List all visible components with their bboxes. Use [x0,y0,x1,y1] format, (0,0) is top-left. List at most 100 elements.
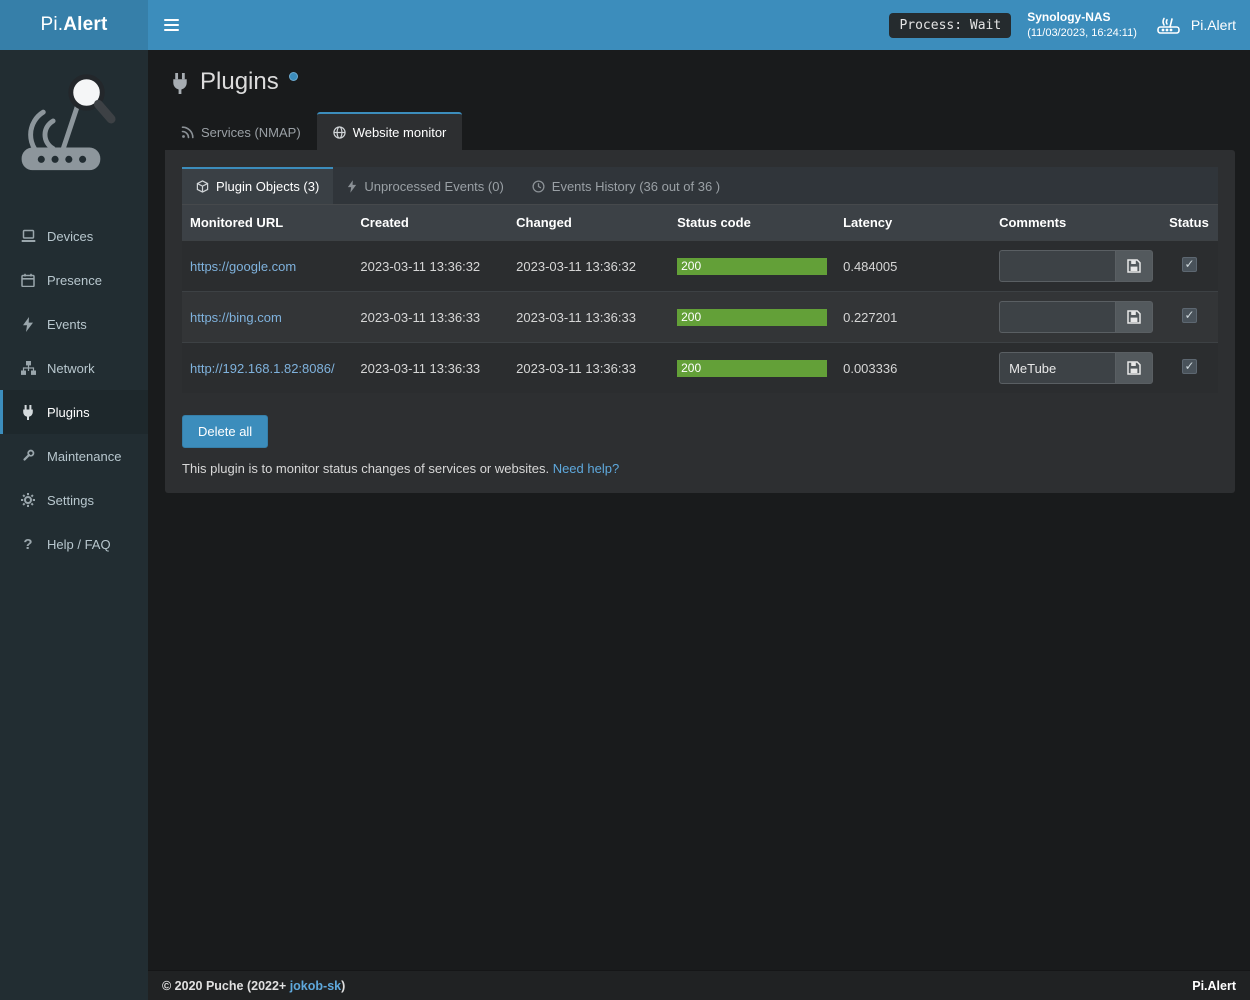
sidebar-toggle-button[interactable] [148,0,194,50]
sidebar-item-maintenance[interactable]: Maintenance [0,434,148,478]
comments-cell [991,292,1161,343]
need-help-link[interactable]: Need help? [553,461,620,476]
footer-copyright: © 2020 Puche (2022+ jokob-sk) [162,979,345,993]
sidebar-item-presence[interactable]: Presence [0,258,148,302]
comment-input[interactable] [999,301,1115,333]
calendar-icon [19,272,37,288]
column-header: Comments [991,205,1161,241]
save-icon [1127,259,1141,273]
changed-cell: 2023-03-11 13:36:33 [508,292,669,343]
comments-cell [991,241,1161,292]
sidebar-item-events[interactable]: Events [0,302,148,346]
monitored-url-cell: http://192.168.1.82:8086/ [182,343,352,394]
latency-cell: 0.227201 [835,292,991,343]
save-icon [1127,310,1141,324]
object-tabs: Plugin Objects (3) Unprocessed Events (0… [182,167,1218,205]
host-timestamp: (11/03/2023, 16:24:11) [1027,26,1137,41]
changed-cell: 2023-03-11 13:36:32 [508,241,669,292]
sidebar-item-help[interactable]: ? Help / FAQ [0,522,148,566]
sidebar-item-devices[interactable]: Devices [0,214,148,258]
sidebar-item-plugins[interactable]: Plugins [0,390,148,434]
monitored-url-link[interactable]: https://google.com [190,259,296,274]
sidebar-item-label: Maintenance [47,449,121,464]
table-body: https://google.com 2023-03-11 13:36:32 2… [182,241,1218,394]
status-cell [1161,343,1218,394]
comment-group [999,301,1153,333]
status-cell [1161,292,1218,343]
table-row: http://192.168.1.82:8086/ 2023-03-11 13:… [182,343,1218,394]
top-bar: Pi.Alert Process: Wait Synology-NAS (11/… [0,0,1250,50]
save-comment-button[interactable] [1115,250,1153,282]
top-bar-main: Process: Wait Synology-NAS (11/03/2023, … [148,0,1250,50]
question-icon: ? [19,536,37,552]
plugin-tabs: Services (NMAP) Website monitor [165,112,1235,150]
laptop-icon [19,228,37,244]
jokob-sk-link[interactable]: jokob-sk [290,979,341,993]
delete-all-button[interactable]: Delete all [182,415,268,448]
monitored-url-cell: https://bing.com [182,292,352,343]
plugin-description: This plugin is to monitor status changes… [182,461,1218,476]
sidebar-item-label: Plugins [47,405,90,420]
router-icon [1155,14,1183,36]
cube-icon [196,180,209,193]
description-text: This plugin is to monitor status changes… [182,461,549,476]
status-cell [1161,241,1218,292]
sidebar-item-label: Devices [47,229,93,244]
status-checkbox[interactable] [1182,308,1197,323]
monitored-url-link[interactable]: http://192.168.1.82:8086/ [190,361,335,376]
tab-events-history[interactable]: Events History (36 out of 36 ) [518,167,734,204]
status-code-bar: 200 [677,360,827,377]
comment-input[interactable] [999,250,1115,282]
table-header-row: Monitored URLCreatedChangedStatus codeLa… [182,205,1218,241]
footer: © 2020 Puche (2022+ jokob-sk) Pi.Alert [148,970,1250,1000]
app-identity: Pi.Alert [1155,14,1236,36]
status-code-bar: 200 [677,258,827,275]
sidebar-item-label: Events [47,317,87,332]
tab-label: Plugin Objects (3) [216,179,319,194]
sidebar-item-label: Settings [47,493,94,508]
created-cell: 2023-03-11 13:36:33 [352,292,508,343]
tab-label: Website monitor [353,125,447,140]
app-name: Pi.Alert [1191,17,1236,33]
plugin-objects-table: Monitored URLCreatedChangedStatus codeLa… [182,205,1218,393]
save-comment-button[interactable] [1115,352,1153,384]
latency-cell: 0.484005 [835,241,991,292]
column-header: Created [352,205,508,241]
clock-icon [532,180,545,193]
status-checkbox[interactable] [1182,257,1197,272]
brand-bold: Alert [63,14,107,35]
bolt-icon [347,180,357,193]
footer-brand: Pi.Alert [1192,979,1236,993]
status-checkbox[interactable] [1182,359,1197,374]
bolt-icon [19,316,37,332]
page-title: Plugins [200,68,279,96]
process-status-badge: Process: Wait [889,13,1011,38]
status-code-cell: 200 [669,343,835,394]
status-code-cell: 200 [669,292,835,343]
brand-logo[interactable]: Pi.Alert [0,0,148,50]
table-row: https://bing.com 2023-03-11 13:36:33 202… [182,292,1218,343]
tab-website-monitor[interactable]: Website monitor [317,112,463,150]
save-icon [1127,361,1141,375]
plug-icon [19,404,37,420]
website-monitor-panel: Plugin Objects (3) Unprocessed Events (0… [165,150,1235,493]
tab-services-nmap[interactable]: Services (NMAP) [165,112,317,150]
brand-prefix: Pi. [40,14,63,35]
gear-icon [19,492,37,508]
status-code-bar: 200 [677,309,827,326]
table-row: https://google.com 2023-03-11 13:36:32 2… [182,241,1218,292]
tab-unprocessed-events[interactable]: Unprocessed Events (0) [333,167,517,204]
sidebar-item-network[interactable]: Network [0,346,148,390]
main-content: Plugins Services (NMAP) Website monitor [148,50,1250,970]
tab-label: Events History (36 out of 36 ) [552,179,720,194]
tab-label: Unprocessed Events (0) [364,179,503,194]
column-header: Changed [508,205,669,241]
comment-input[interactable] [999,352,1115,384]
save-comment-button[interactable] [1115,301,1153,333]
column-header: Latency [835,205,991,241]
sidebar-item-settings[interactable]: Settings [0,478,148,522]
sidebar-item-label: Network [47,361,95,376]
tab-plugin-objects[interactable]: Plugin Objects (3) [182,167,333,204]
monitored-url-link[interactable]: https://bing.com [190,310,282,325]
services-icon [181,126,194,139]
